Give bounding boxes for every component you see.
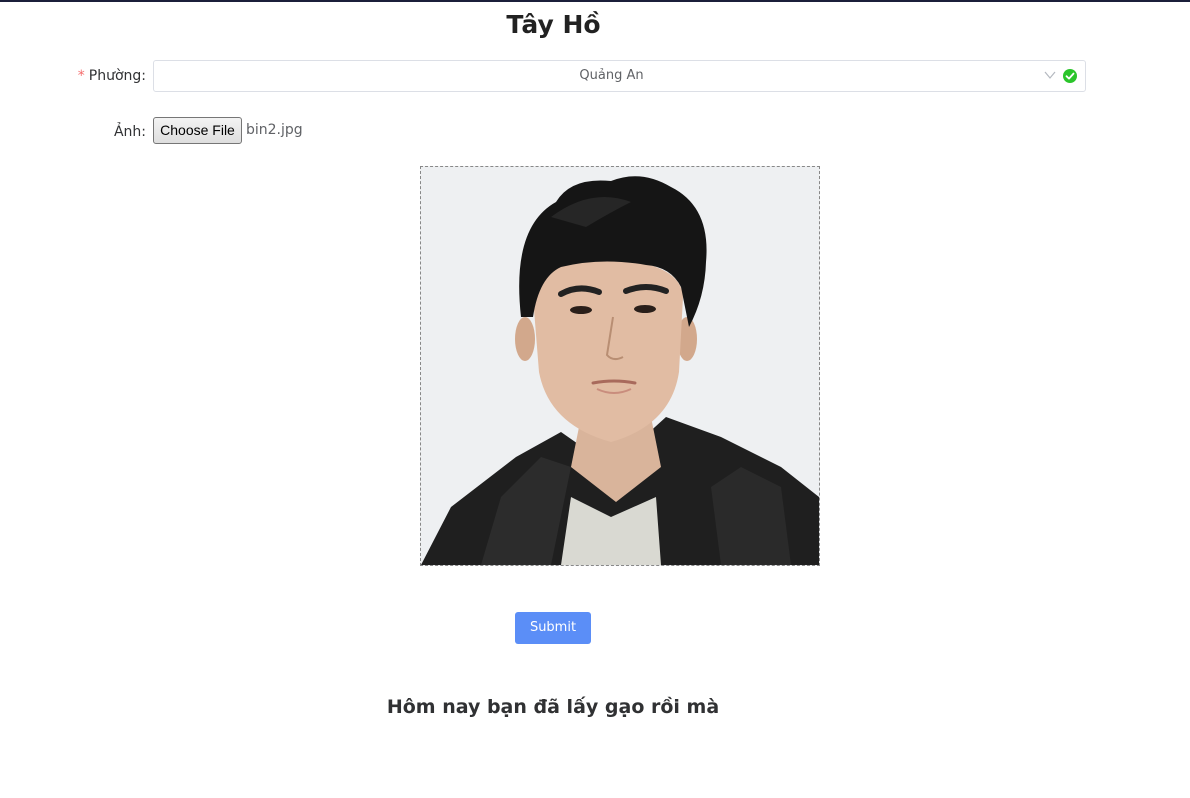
label-colon: : <box>141 68 146 84</box>
photo-preview-image <box>421 167 819 565</box>
ward-label-text: Phường <box>88 68 142 84</box>
photo-preview <box>420 166 820 566</box>
page-title: Tây Hồ <box>506 10 601 39</box>
ward-label: * Phường: <box>60 66 146 86</box>
ward-select-value: Quảng An <box>579 68 644 83</box>
top-border <box>0 0 1190 2</box>
chevron-down-icon[interactable] <box>1043 68 1057 82</box>
choose-file-button[interactable]: Choose File <box>153 117 242 144</box>
label-colon: : <box>141 124 146 140</box>
photo-label-text: Ảnh <box>113 124 142 140</box>
photo-label: Ảnh: <box>60 122 146 142</box>
file-name: bin2.jpg <box>246 122 303 138</box>
status-message: Hôm nay bạn đã lấy gạo rồi mà <box>386 696 720 718</box>
ward-select[interactable]: Quảng An <box>153 60 1086 92</box>
required-mark: * <box>77 68 85 84</box>
submit-button[interactable]: Submit <box>515 612 591 644</box>
check-circle-icon <box>1063 69 1077 83</box>
